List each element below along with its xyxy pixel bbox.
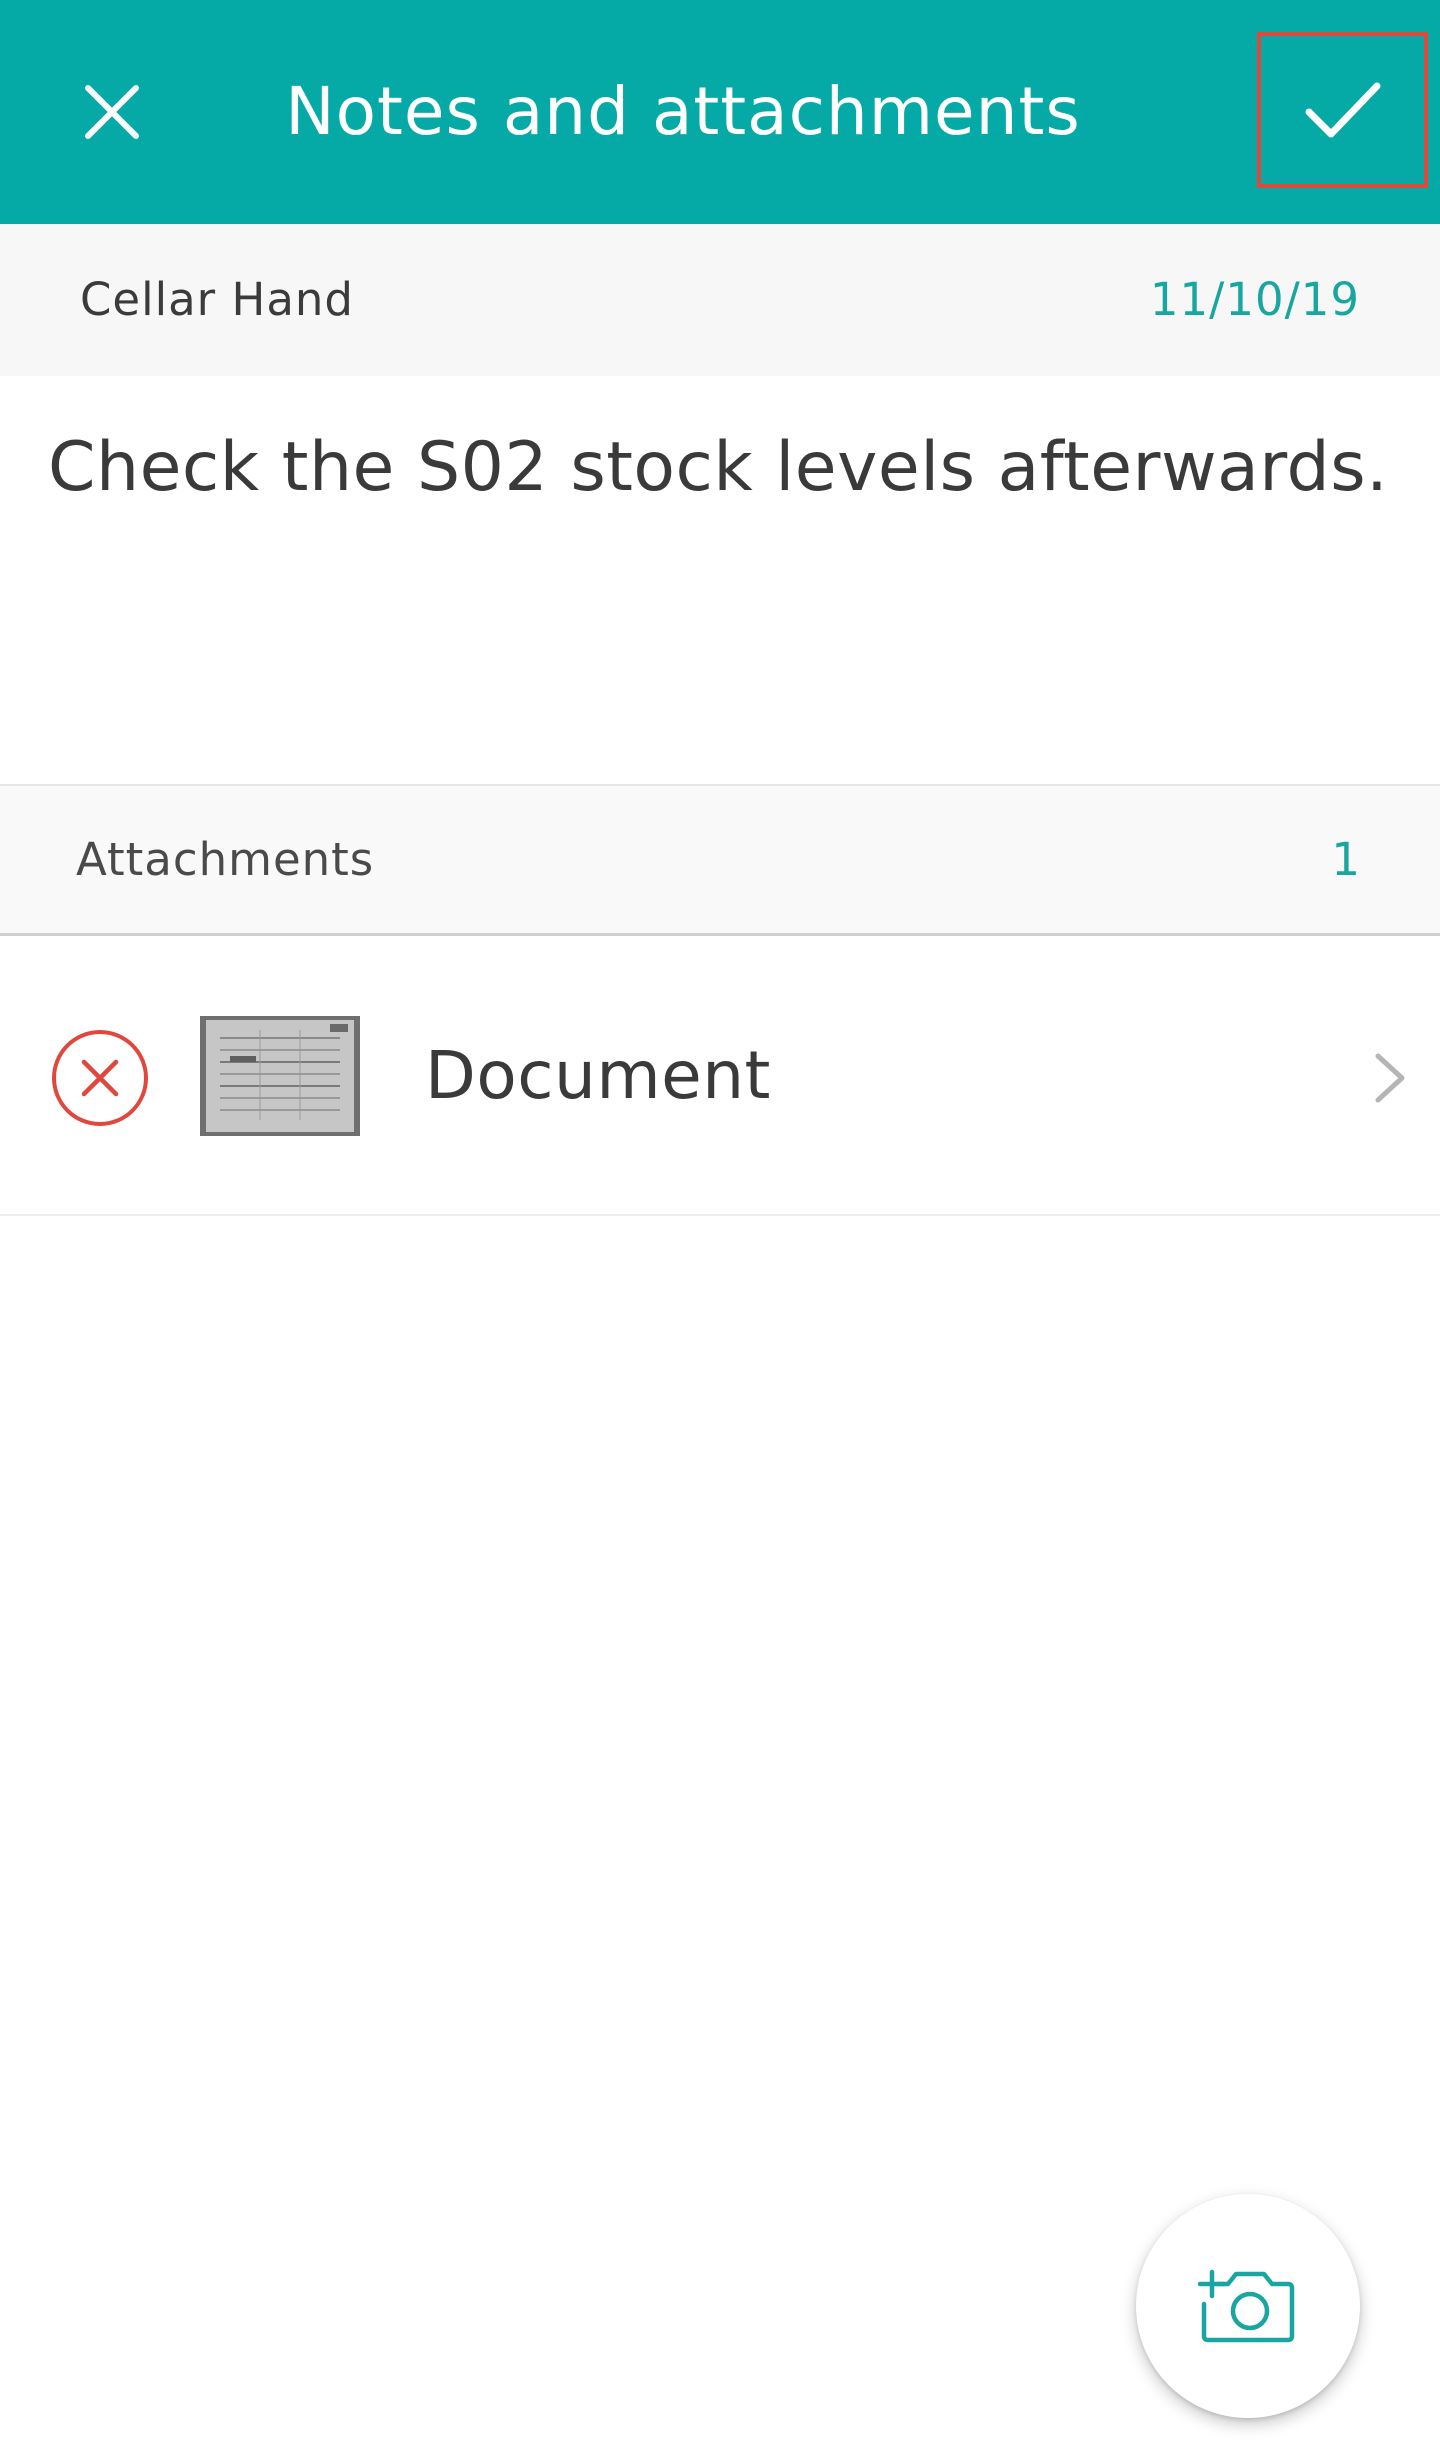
- app-bar: Notes and attachments: [0, 0, 1440, 224]
- attachment-item[interactable]: Document: [0, 936, 1440, 1216]
- remove-attachment-button[interactable]: [50, 1028, 150, 1128]
- attachments-header: Attachments 1: [0, 784, 1440, 936]
- add-photo-icon: [1198, 2269, 1295, 2343]
- attachment-name: Document: [425, 1037, 771, 1114]
- document-scan-thumbnail: [200, 1016, 360, 1136]
- note-meta-row: Cellar Hand 11/10/19: [0, 224, 1440, 376]
- attachments-label: Attachments: [76, 833, 375, 886]
- notes-screen: Notes and attachments Cellar Hand 11/10/…: [0, 0, 1440, 2464]
- remove-circle-icon: [52, 1030, 148, 1126]
- chevron-right-icon: [1375, 1053, 1405, 1103]
- note-date: 11/10/19: [1149, 273, 1360, 326]
- attachment-thumbnail: [200, 1016, 360, 1136]
- note-text[interactable]: Check the S02 stock levels afterwards.: [48, 420, 1408, 516]
- check-icon: [1305, 82, 1380, 138]
- page-title: Notes and attachments: [285, 73, 1081, 150]
- attachments-count: 1: [1331, 833, 1360, 886]
- add-photo-button[interactable]: [1136, 2194, 1360, 2418]
- confirm-button[interactable]: [1257, 32, 1428, 188]
- note-author: Cellar Hand: [80, 273, 354, 326]
